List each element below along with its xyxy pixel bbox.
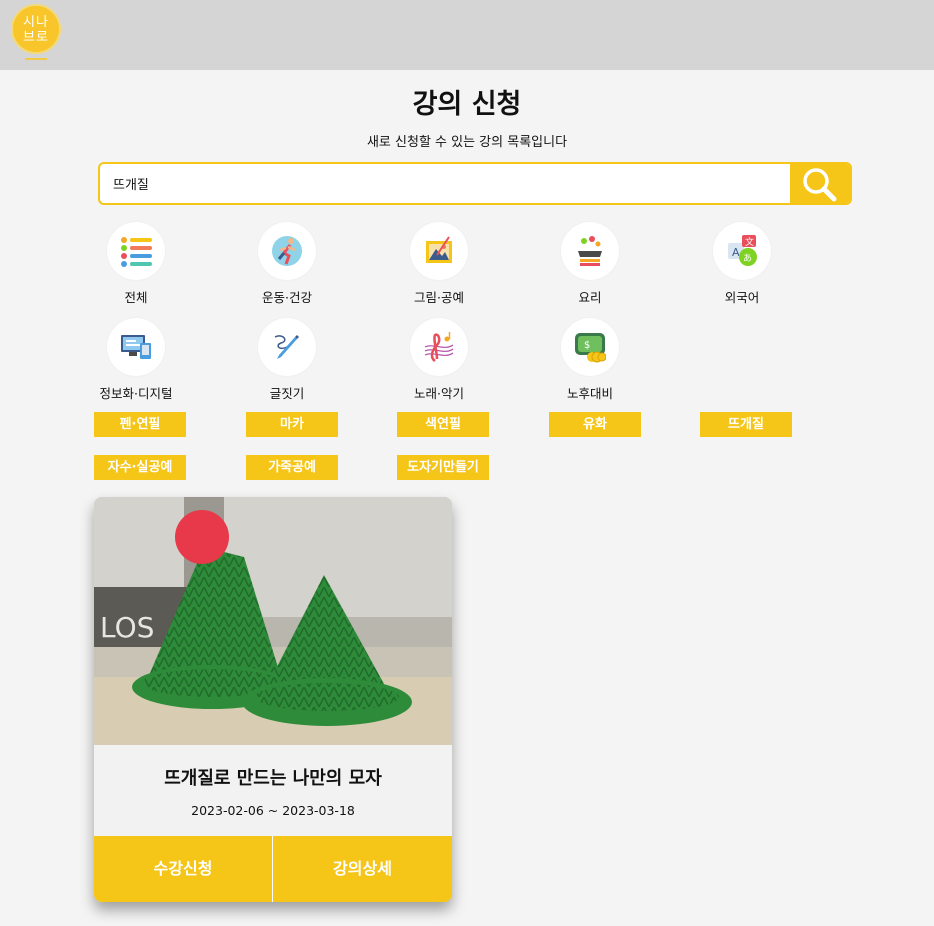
category-label: 운동·건강: [262, 290, 312, 305]
svg-text:A: A: [732, 246, 740, 259]
page-subtitle: 새로 신청할 수 있는 강의 목록입니다: [366, 135, 568, 150]
chip-colored-pencil[interactable]: 색연필: [397, 412, 489, 437]
category-label: 노래·악기: [414, 386, 464, 401]
category-writing[interactable]: 글짓기: [227, 318, 347, 402]
category-label: 글짓기: [269, 386, 305, 401]
music-icon: [424, 332, 454, 363]
category-language[interactable]: A 文 あ 외국어: [682, 222, 802, 306]
search-icon: [803, 168, 837, 202]
category-label: 정보화·디지털: [99, 386, 173, 401]
search-button[interactable]: [790, 164, 850, 203]
category-label: 외국어: [724, 290, 760, 305]
category-icon-wrap: [410, 222, 468, 280]
course-detail-button[interactable]: 강의상세: [273, 836, 452, 902]
money-icon: $: [575, 333, 606, 363]
chip-marker[interactable]: 마카: [246, 412, 338, 437]
category-retirement[interactable]: $ 노후대비: [530, 318, 650, 402]
category-label: 그림·공예: [414, 290, 464, 305]
pen-icon: [274, 335, 299, 359]
course-card: LOS 뜨개질로 만드는 나만의 모자 2023-02-06 ~ 2023-03…: [94, 497, 452, 902]
category-all[interactable]: 전체: [76, 222, 196, 306]
chip-oil-painting[interactable]: 유화: [549, 412, 641, 437]
category-label: 요리: [578, 290, 602, 305]
category-exercise[interactable]: 운동·건강: [227, 222, 347, 306]
translate-icon: A 文 あ: [728, 235, 757, 266]
chip-leather-craft[interactable]: 가죽공예: [246, 455, 338, 480]
category-music[interactable]: 노래·악기: [379, 318, 499, 402]
course-image: LOS: [94, 497, 452, 745]
top-bar: 시나 브로: [0, 0, 934, 70]
logo[interactable]: 시나 브로: [11, 4, 61, 54]
svg-text:$: $: [584, 340, 590, 351]
category-art[interactable]: 그림·공예: [379, 222, 499, 306]
logo-text-line1: 시나: [23, 15, 49, 30]
category-icon-wrap: A 文 あ: [713, 222, 771, 280]
course-dates: 2023-02-06 ~ 2023-03-18: [191, 803, 355, 818]
chip-pen-pencil[interactable]: 펜·연필: [94, 412, 186, 437]
category-icon-wrap: [107, 318, 165, 376]
course-title: 뜨개질로 만드는 나만의 모자: [164, 768, 382, 789]
category-digital[interactable]: 정보화·디지털: [76, 318, 196, 402]
running-icon: [272, 236, 302, 266]
painting-icon: [426, 236, 452, 263]
list-icon: [121, 237, 152, 267]
chip-embroidery[interactable]: 자수·실공예: [94, 455, 186, 480]
page-title: 강의 신청: [412, 89, 522, 120]
apply-button[interactable]: 수강신청: [94, 836, 272, 902]
svg-text:文: 文: [745, 236, 754, 248]
search-bar: [98, 162, 852, 205]
cooking-icon: [578, 236, 602, 266]
category-icon-wrap: $: [561, 318, 619, 376]
category-icon-wrap: [561, 222, 619, 280]
chip-knitting[interactable]: 뜨개질: [700, 412, 792, 437]
svg-text:あ: あ: [743, 253, 752, 264]
computer-icon: [121, 335, 151, 359]
category-cooking[interactable]: 요리: [530, 222, 650, 306]
svg-text:LOS: LOS: [100, 611, 154, 644]
category-icon-wrap: [410, 318, 468, 376]
search-input[interactable]: [100, 164, 790, 203]
logo-underline: [25, 58, 47, 60]
category-label: 전체: [124, 290, 148, 305]
logo-text-line2: 브로: [23, 30, 49, 45]
category-icon-wrap: [258, 318, 316, 376]
category-icon-wrap: [258, 222, 316, 280]
category-icon-wrap: [107, 222, 165, 280]
chip-pottery[interactable]: 도자기만들기: [397, 455, 489, 480]
category-label: 노후대비: [566, 386, 613, 401]
